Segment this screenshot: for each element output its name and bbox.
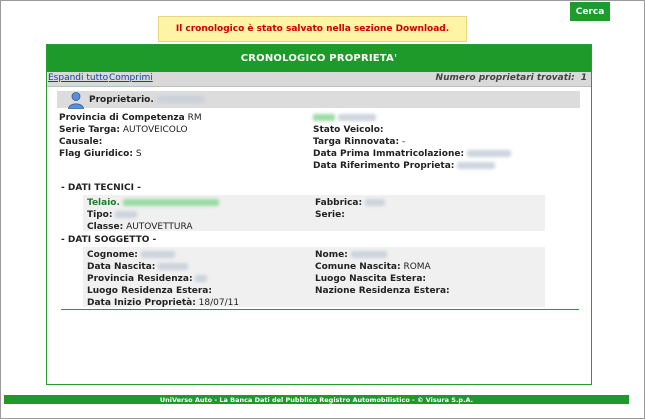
field-provincia: Provincia di Competenza RM (59, 113, 202, 123)
download-notice: Il cronologico è stato salvato nella sez… (158, 16, 467, 42)
footer-bar: UniVerso Auto - La Banca Dati del Pubbli… (4, 395, 629, 404)
field-data-prima-immatricolazione: Data Prima Immatricolazione: (313, 149, 511, 159)
field-tipo: Tipo: (87, 210, 138, 220)
collapse-link[interactable]: Comprimi (109, 73, 153, 83)
field-nome: Nome: (315, 250, 387, 260)
owners-found-count: 1 (580, 73, 587, 83)
field-flag-giuridico: Flag Giuridico: S (59, 149, 142, 159)
expand-all-link[interactable]: Espandi tutto (48, 73, 108, 83)
field-targa-blurred (313, 113, 376, 123)
field-data-inizio-proprieta: Data Inizio Proprietà: 18/07/11 (87, 298, 240, 308)
field-causale: Causale: (59, 137, 103, 147)
history-panel: CRONOLOGICO PROPRIETA' Espandi tutto Com… (46, 44, 592, 385)
panel-toolbar: Espandi tutto Comprimi Numero proprietar… (47, 72, 591, 87)
panel-title: CRONOLOGICO PROPRIETA' (47, 45, 591, 72)
field-luogo-nascita-estera: Luogo Nascita Estera: (315, 274, 426, 284)
owners-found: Numero proprietari trovati: 1 (436, 73, 587, 83)
field-provincia-residenza: Provincia Residenza: (87, 274, 208, 284)
owner-label: Proprietario. (89, 95, 205, 105)
search-button[interactable]: Cerca (570, 2, 610, 21)
owner-header[interactable]: Proprietario. (57, 91, 580, 109)
field-fabbrica: Fabbrica: (315, 198, 385, 208)
field-nazione-residenza-estera: Nazione Residenza Estera: (315, 286, 450, 296)
field-cognome: Cognome: (87, 250, 175, 260)
section-dati-tecnici: - DATI TECNICI - (61, 183, 141, 193)
section-dati-soggetto: - DATI SOGGETTO - (61, 235, 157, 245)
field-serie-targa: Serie Targa: AUTOVEICOLO (59, 125, 188, 135)
field-stato-veicolo: Stato Veicolo: (313, 125, 384, 135)
field-classe: Classe: AUTOVETTURA (87, 222, 193, 232)
field-targa-rinnovata: Targa Rinnovata: - (313, 137, 406, 147)
field-serie: Serie: (315, 210, 345, 220)
person-icon (68, 92, 84, 109)
owners-found-label: Numero proprietari trovati: (435, 73, 575, 83)
field-data-riferimento: Data Riferimento Proprieta: (313, 161, 496, 171)
field-data-nascita: Data Nascita: (87, 262, 189, 272)
field-comune-nascita: Comune Nascita: ROMA (315, 262, 431, 272)
field-luogo-residenza-estera: Luogo Residenza Estera: (87, 286, 212, 296)
field-telaio: Telaio. (87, 198, 219, 208)
section-divider (61, 309, 579, 310)
